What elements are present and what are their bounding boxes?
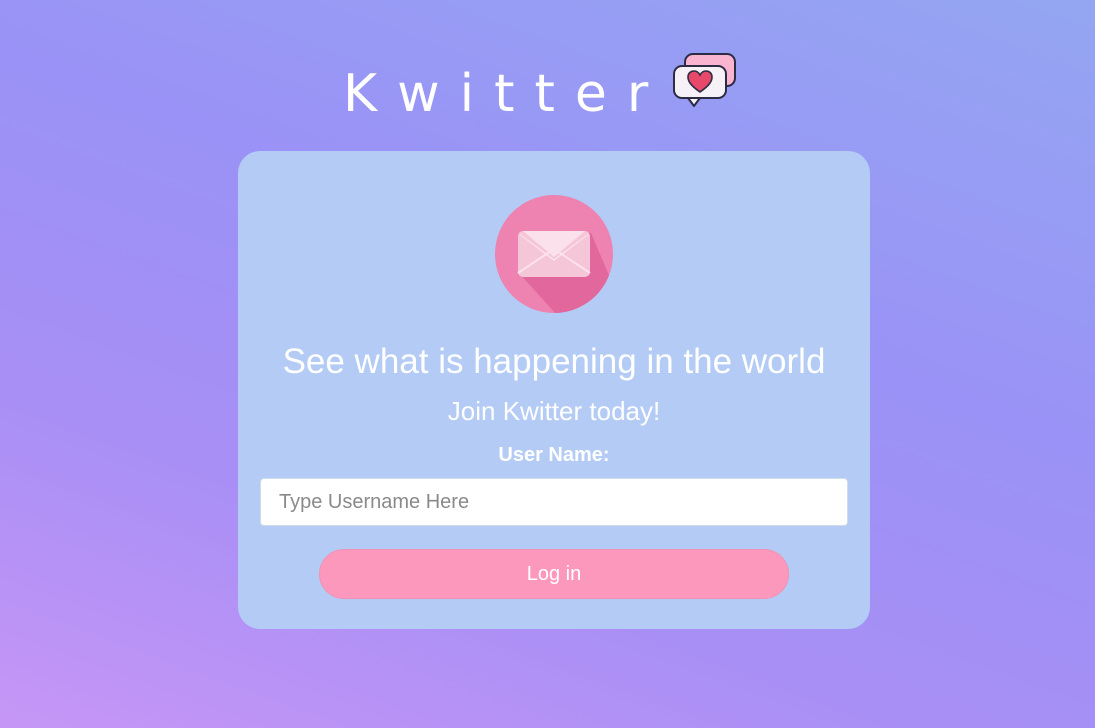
app-title: Kwitter: [343, 64, 669, 124]
subheadline: Join Kwitter today!: [447, 396, 661, 426]
headline: See what is happening in the world: [282, 342, 826, 381]
username-label: User Name:: [498, 444, 610, 466]
login-button[interactable]: Log in: [319, 549, 789, 599]
mail-envelope-icon: [495, 195, 613, 313]
chat-bubbles-heart-icon: [672, 52, 740, 108]
signup-card: See what is happening in the world Join …: [238, 151, 870, 629]
brand-header: Kwitter: [0, 53, 1095, 136]
username-input[interactable]: [260, 478, 848, 526]
